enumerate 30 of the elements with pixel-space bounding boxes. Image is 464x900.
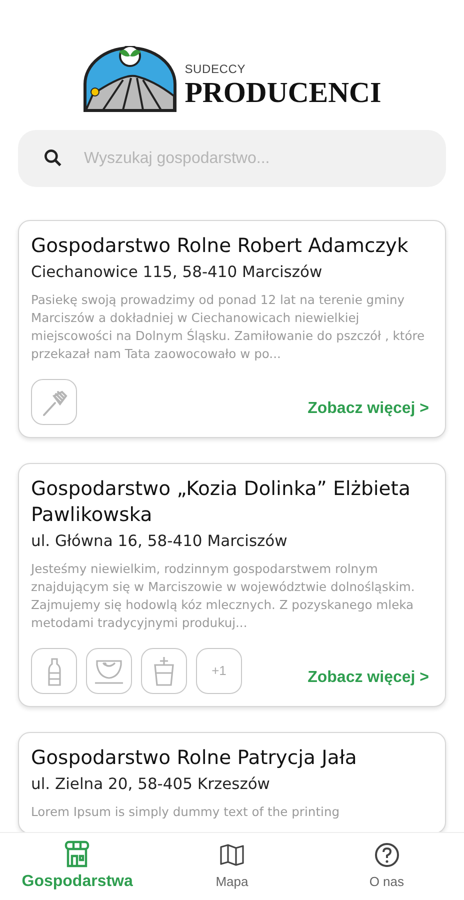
map-icon: [218, 842, 245, 868]
nav-tab[interactable]: Mapa: [154, 833, 310, 900]
farm-description: Lorem Ipsum is simply dummy text of the printing: [31, 804, 341, 821]
help-icon: [374, 842, 400, 868]
farm-name: Gospodarstwo Rolne Patrycja Jała: [31, 745, 358, 771]
farm-card[interactable]: Gospodarstwo Rolne Patrycja Jała ul. Zielna 20, 58-405 Krzeszów Lorem Ipsum is simply dummy text of the printing: [18, 732, 446, 834]
logo-icon: [82, 46, 177, 112]
product-bottle-icon: [31, 648, 77, 694]
logo-subtitle: SUDECCY: [184, 63, 246, 75]
storefront-icon: [64, 840, 90, 868]
search-icon: [42, 147, 64, 169]
farm-description: Pasiekę swoją prowadzimy od ponad 12 lat na terenie gminy Marciszów a dokładniej w Ciechanowicach niewielkiej miejscowości na Dolnym Śląsku. Zamiłowanie do pszczół , które przekazał nam Tata zaowocowało w po...: [31, 292, 426, 363]
farm-address: Ciechanowice 115, 58-410 Marciszów: [31, 262, 324, 283]
search-field[interactable]: Wyszukaj gospodarstwo...: [18, 130, 446, 187]
nav-tab[interactable]: O nas: [309, 833, 464, 900]
nav-tab[interactable]: Gospodarstwa: [0, 833, 155, 900]
product-bowl-icon: [86, 648, 132, 694]
farm-address: ul. Główna 16, 58-410 Marciszów: [31, 531, 288, 552]
logo-title: PRODUCENCI: [184, 79, 382, 108]
product-jar-icon: [141, 648, 187, 694]
product-dipper-icon: [31, 379, 77, 425]
farm-address: ul. Zielna 20, 58-405 Krzeszów: [31, 774, 271, 795]
farm-card[interactable]: [18, 463, 446, 707]
farm-description: Jesteśmy niewielkim, rodzinnym gospodarstwem rolnym znajdującym się w Marciszowie w województwie dolnośląskim. Zajmujemy się hodowlą kóz mlecznych. Z pozyskanego mleka metodami tradycyjnymi produkuj...: [31, 561, 416, 632]
see-more-link[interactable]: Zobacz więcej >: [308, 397, 433, 425]
see-more-link[interactable]: Zobacz więcej >: [308, 666, 433, 694]
more-products-badge: +1: [196, 648, 242, 694]
farm-name: Gospodarstwo „Kozia Dolinka” Elżbieta Pawlikowska: [31, 476, 412, 528]
farm-card[interactable]: [18, 220, 446, 438]
farm-name: Gospodarstwo Rolne Robert Adamczyk: [31, 233, 410, 259]
